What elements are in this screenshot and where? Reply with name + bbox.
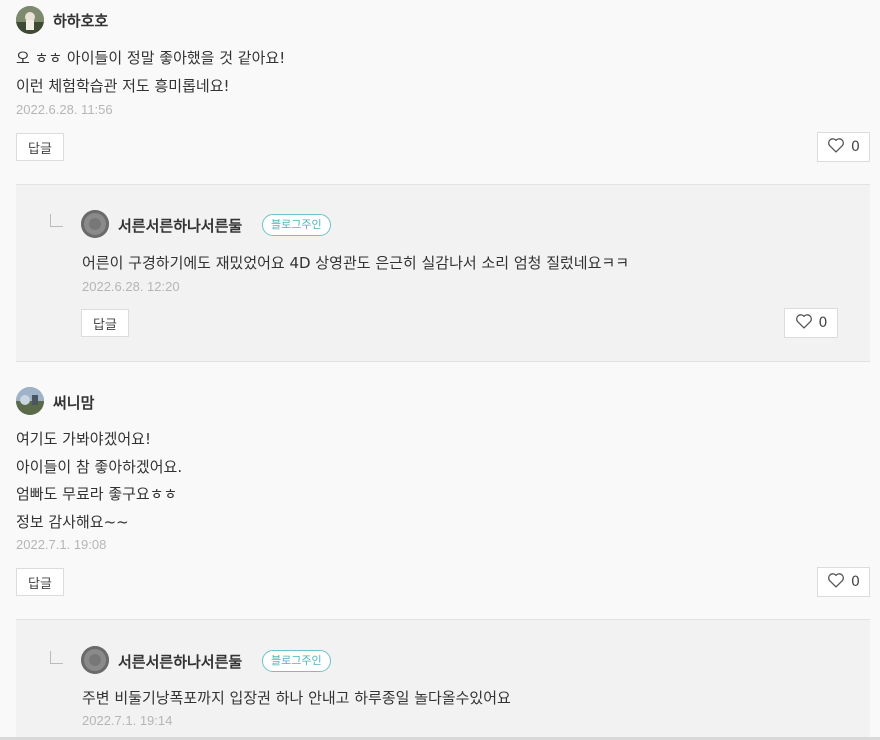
comment-text: 아이들이 참 좋아하겠어요. — [16, 458, 183, 476]
reply-text: 어른이 구경하기에도 재밌었어요 4D 상영관도 은근히 실감나서 소리 엄청 … — [82, 254, 630, 272]
avatar[interactable] — [81, 210, 109, 238]
avatar[interactable] — [16, 6, 44, 34]
heart-outline-icon — [795, 313, 813, 333]
like-button[interactable]: 0 — [817, 567, 870, 597]
reply-container — [16, 185, 870, 361]
reply-button[interactable]: 답글 — [16, 568, 64, 596]
reply-indent-icon — [50, 651, 63, 664]
comment-date: 2022.7.1. 19:08 — [16, 537, 107, 552]
reply-button[interactable]: 답글 — [81, 309, 129, 337]
heart-outline-icon — [827, 572, 845, 592]
comment-text: 이런 체험학습관 저도 흥미롭네요! — [16, 77, 230, 95]
comment-author[interactable]: 써니맘 — [53, 392, 94, 413]
comment-author[interactable]: 하하호호 — [53, 10, 108, 31]
comment-text: 여기도 가봐야겠어요! — [16, 430, 151, 448]
like-count: 0 — [851, 574, 860, 590]
comment-text: 정보 감사해요~~ — [16, 513, 129, 531]
reply-date: 2022.6.28. 12:20 — [82, 279, 180, 294]
reply-author[interactable]: 서른서른하나서른둘 — [118, 651, 242, 672]
like-count: 0 — [851, 139, 860, 155]
divider — [16, 361, 870, 362]
reply-text: 주변 비둘기낭폭포까지 입장권 하나 안내고 하루종일 놀다올수있어요 — [82, 689, 511, 707]
heart-outline-icon — [827, 137, 845, 157]
avatar[interactable] — [81, 646, 109, 674]
like-button[interactable]: 0 — [817, 132, 870, 162]
owner-badge: 블로그주인 — [262, 650, 331, 672]
reply-button[interactable]: 답글 — [16, 133, 64, 161]
like-button[interactable]: 0 — [784, 308, 838, 338]
comment-text: 오 ㅎㅎ 아이들이 정말 좋아했을 것 같아요! — [16, 49, 286, 67]
reply-indent-icon — [50, 214, 63, 227]
reply-author[interactable]: 서른서른하나서른둘 — [118, 215, 242, 236]
like-count: 0 — [818, 315, 828, 331]
comment-text: 엄빠도 무료라 좋구요ㅎㅎ — [16, 485, 178, 503]
owner-badge: 블로그주인 — [262, 214, 331, 236]
comment-date: 2022.6.28. 11:56 — [16, 102, 113, 117]
reply-date: 2022.7.1. 19:14 — [82, 713, 173, 728]
avatar[interactable] — [16, 387, 44, 415]
